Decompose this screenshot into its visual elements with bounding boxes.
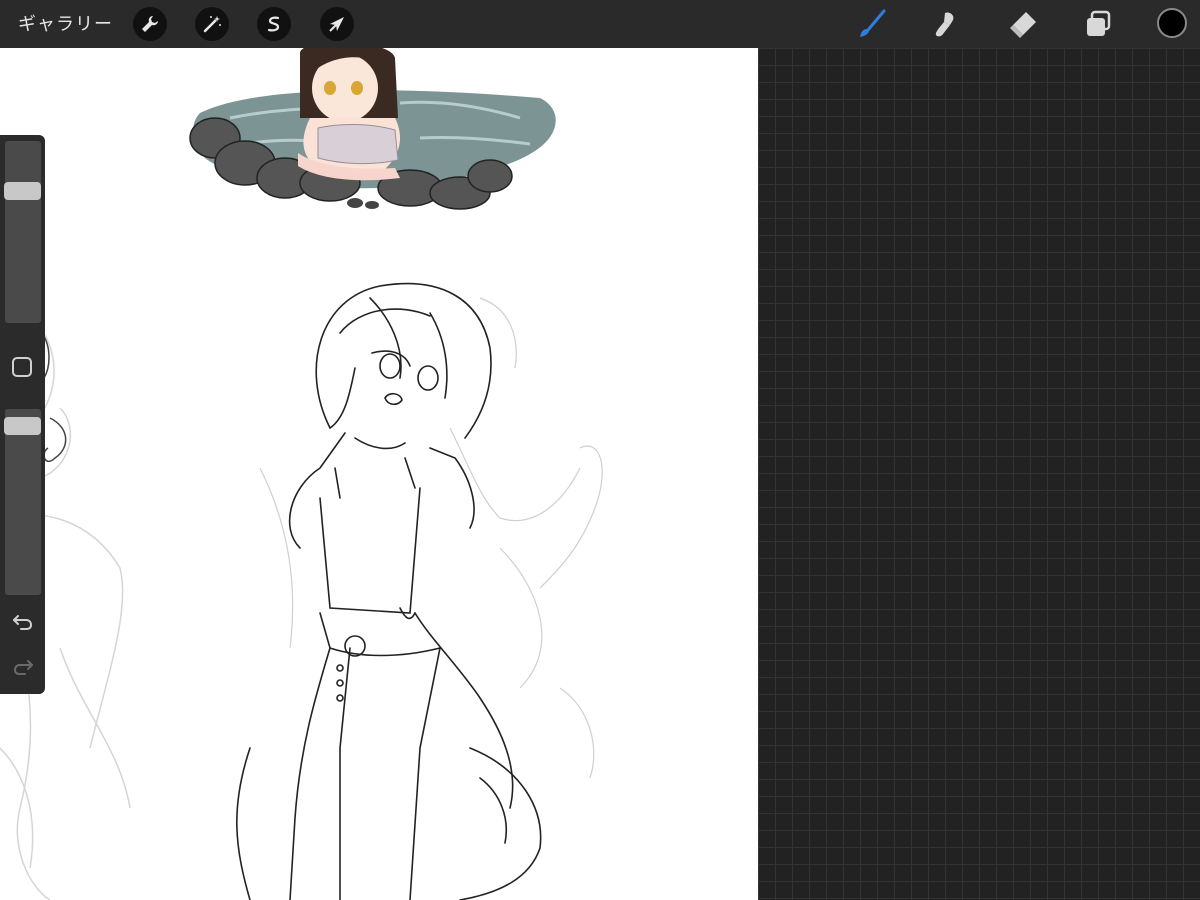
selection-button[interactable] — [257, 7, 291, 41]
workspace-background — [758, 48, 1200, 900]
undo-icon — [13, 615, 33, 630]
transform-button[interactable] — [320, 7, 354, 41]
drawing-canvas[interactable] — [0, 48, 758, 900]
color-picker-button[interactable] — [1157, 8, 1187, 38]
selection-s-icon — [267, 16, 280, 32]
faint-sketch-arms — [259, 297, 603, 779]
arrow-cursor-icon — [329, 17, 344, 32]
modify-button[interactable] — [12, 357, 32, 377]
smudge-tool-button[interactable] — [928, 6, 964, 42]
brush-size-thumb[interactable] — [4, 182, 41, 200]
brush-size-slider[interactable] — [5, 141, 41, 323]
wrench-icon — [142, 16, 158, 32]
brush-icon — [860, 9, 886, 37]
redo-button[interactable] — [8, 654, 38, 680]
eraser-icon — [1010, 12, 1036, 38]
layers-button[interactable] — [1080, 6, 1116, 42]
hot-spring-illustration — [189, 48, 556, 210]
opacity-slider[interactable] — [5, 409, 41, 595]
eraser-tool-button[interactable] — [1005, 6, 1041, 42]
actions-button[interactable] — [133, 7, 167, 41]
adjustments-button[interactable] — [195, 7, 229, 41]
redo-icon — [13, 660, 33, 675]
left-sidebar — [0, 135, 45, 694]
opacity-thumb[interactable] — [4, 417, 41, 436]
top-toolbar: ギャラリー — [0, 0, 1200, 48]
dark-sketch-left — [41, 332, 67, 463]
magic-wand-icon — [203, 16, 221, 33]
brush-tool-button[interactable] — [854, 6, 890, 42]
girl-sketch — [236, 282, 542, 900]
smudge-icon — [935, 12, 954, 37]
artwork — [0, 48, 603, 900]
layers-icon — [1087, 10, 1111, 36]
undo-button[interactable] — [8, 609, 38, 635]
gallery-button[interactable]: ギャラリー — [18, 10, 113, 36]
